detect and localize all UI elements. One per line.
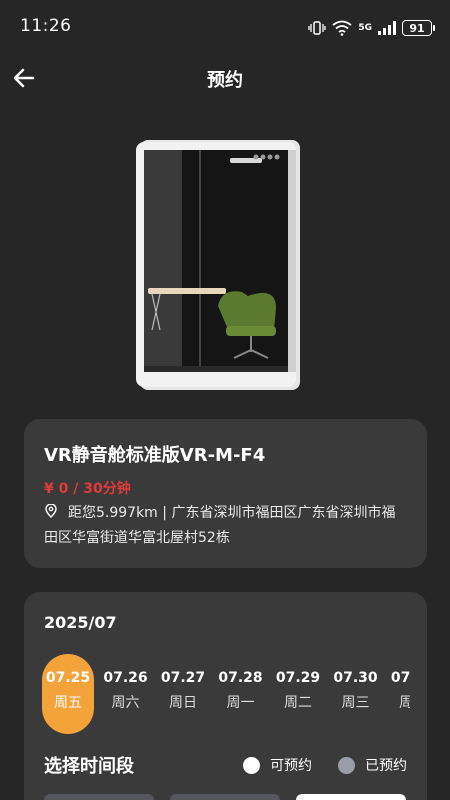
- date-number: 07.27: [160, 670, 206, 686]
- date-weekday: 周日: [169, 695, 197, 711]
- date-number: 07.26: [103, 670, 148, 686]
- network-type: 5G: [358, 22, 372, 33]
- date-number: 07.31: [390, 670, 410, 686]
- address-text: 距您5.997km | 广东省深圳市福田区广东省深圳市福田区华富街道华富北屋村5…: [44, 505, 396, 546]
- date-number: 07.25: [45, 670, 91, 686]
- header: 预约: [0, 56, 450, 100]
- legend-booked: 已预约: [338, 755, 407, 775]
- status-time: 11:26: [20, 16, 72, 36]
- battery-level: 91: [409, 21, 425, 35]
- wifi-icon: [332, 20, 352, 36]
- status-bar: 11:26 5G 91: [0, 0, 450, 56]
- product-price: ¥ 0 / 30分钟: [44, 481, 131, 497]
- date-weekday: 周五: [54, 695, 82, 711]
- date-weekday: 周六: [111, 695, 140, 711]
- legend-available-label: 可预约: [270, 758, 312, 774]
- product-image: [136, 140, 300, 390]
- date-item[interactable]: 07.27 周日: [157, 654, 209, 734]
- booked-dot: [338, 756, 355, 774]
- date-weekday: 周三: [341, 695, 370, 711]
- time-slot[interactable]: [44, 794, 154, 800]
- time-slot[interactable]: [296, 794, 406, 800]
- legend-booked-label: 已预约: [365, 758, 407, 774]
- product-info-card: VR静音舱标准版VR-M-F4 ¥ 0 / 30分钟 距您5.997km | 广…: [24, 419, 427, 568]
- date-weekday: 周二: [284, 695, 312, 711]
- signal-icon: [378, 21, 396, 35]
- time-slot[interactable]: [170, 794, 280, 800]
- date-item[interactable]: 07.31 周四: [387, 654, 410, 734]
- battery-icon: 91: [402, 20, 435, 36]
- status-icons: 5G 91: [308, 18, 435, 38]
- date-item[interactable]: 07.30 周三: [330, 654, 382, 734]
- date-number: 07.30: [333, 670, 378, 686]
- legend-available: 可预约: [243, 755, 312, 775]
- date-weekday: 周四: [399, 695, 410, 711]
- month-label: 2025/07: [44, 613, 117, 632]
- date-item[interactable]: 07.25 周五: [42, 654, 94, 734]
- date-item[interactable]: 07.26 周六: [100, 654, 152, 734]
- time-slot-title: 选择时间段: [44, 756, 134, 777]
- vibrate-icon: [308, 21, 326, 35]
- date-selector: 07.25 周五 07.26 周六 07.27 周日 07.28 周一 07.2…: [42, 654, 410, 734]
- page-title: 预约: [207, 70, 243, 91]
- date-item[interactable]: 07.28 周一: [215, 654, 267, 734]
- date-item[interactable]: 07.29 周二: [272, 654, 324, 734]
- schedule-card: 2025/07 07.25 周五 07.26 周六 07.27 周日 07.28…: [24, 592, 427, 800]
- available-dot: [243, 756, 260, 774]
- date-number: 07.29: [275, 670, 321, 686]
- date-number: 07.28: [218, 670, 263, 686]
- date-weekday: 周一: [226, 695, 255, 711]
- product-name: VR静音舱标准版VR-M-F4: [44, 445, 266, 466]
